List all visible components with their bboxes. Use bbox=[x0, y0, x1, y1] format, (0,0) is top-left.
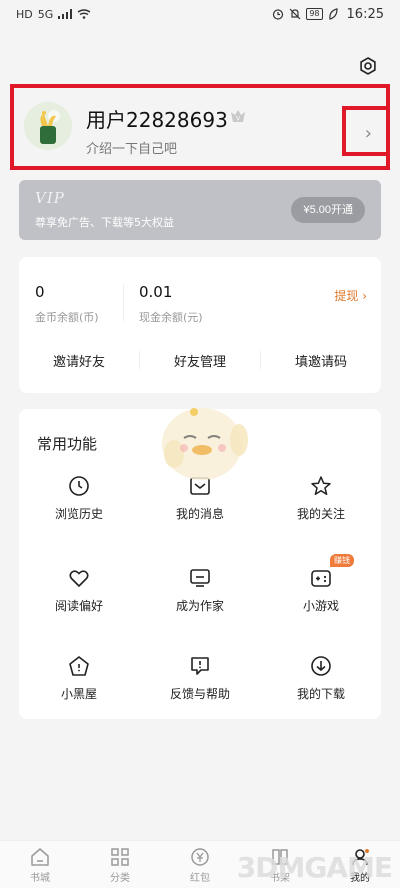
writer-icon bbox=[190, 569, 210, 587]
nav-label: 分类 bbox=[110, 873, 130, 884]
home-icon bbox=[31, 848, 49, 866]
item-label: 我的关注 bbox=[296, 507, 345, 521]
nav-redpacket[interactable]: 红包 bbox=[160, 841, 240, 888]
invite-friends-button[interactable]: 邀请好友 bbox=[19, 351, 139, 370]
withdraw-label: 提现 bbox=[334, 289, 359, 303]
item-label: 小黑屋 bbox=[60, 687, 97, 701]
clock-time: 16:25 bbox=[346, 6, 384, 22]
nav-label: 红包 bbox=[190, 873, 210, 884]
mascot-illustration bbox=[162, 408, 248, 480]
avatar[interactable] bbox=[24, 102, 72, 150]
hd-indicator: HD bbox=[16, 7, 33, 21]
cash-balance[interactable]: 0.01 现金余额(元) bbox=[139, 283, 203, 325]
chevron-right-icon: › bbox=[364, 123, 372, 144]
profile-header[interactable]: 用户22828693 V 介绍一下自己吧 bbox=[10, 84, 390, 170]
nav-bookstore[interactable]: 书城 bbox=[0, 841, 80, 888]
download-icon bbox=[311, 656, 331, 676]
coin-balance-label: 金币余额(币) bbox=[35, 311, 99, 324]
item-label: 成为作家 bbox=[175, 599, 224, 613]
gamepad-icon bbox=[311, 570, 331, 587]
heart-icon bbox=[69, 570, 89, 587]
status-bar: HD 5G 98 16:25 bbox=[0, 0, 400, 28]
item-label: 我的消息 bbox=[175, 507, 224, 521]
coin-balance-value: 0 bbox=[35, 283, 45, 301]
nav-category[interactable]: 分类 bbox=[80, 841, 160, 888]
grid-icon bbox=[111, 848, 129, 866]
wifi-icon bbox=[77, 9, 91, 19]
chevron-right-icon: › bbox=[358, 289, 367, 303]
item-label: 小游戏 bbox=[302, 599, 339, 613]
vip-open-button[interactable]: ¥5.00开通 bbox=[291, 197, 365, 223]
browse-history-item[interactable]: 浏览历史 bbox=[19, 475, 139, 535]
watermark-logo: 3DMGAME bbox=[236, 851, 393, 884]
redpacket-icon bbox=[191, 848, 209, 866]
profile-bio: 介绍一下自己吧 bbox=[86, 142, 178, 157]
vip-description: 尊享免广告、下载等5大权益 bbox=[35, 216, 174, 229]
item-label: 阅读偏好 bbox=[54, 599, 103, 613]
leaf-icon bbox=[328, 8, 338, 20]
house-icon bbox=[69, 656, 89, 676]
wallet-card: 0 金币余额(币) 0.01 现金余额(元) 提现 › 邀请好友 好友管理 填邀… bbox=[19, 257, 381, 393]
alarm-icon bbox=[273, 9, 284, 20]
item-label: 浏览历史 bbox=[54, 507, 103, 521]
mini-games-item[interactable]: 赚钱 小游戏 bbox=[261, 554, 381, 627]
settings-icon[interactable] bbox=[358, 56, 378, 76]
section-title: 常用功能 bbox=[37, 435, 98, 453]
mute-icon bbox=[289, 8, 301, 20]
item-label: 反馈与帮助 bbox=[169, 687, 230, 701]
feedback-icon bbox=[191, 657, 209, 675]
withdraw-link[interactable]: 提现 › bbox=[334, 287, 367, 304]
my-downloads-item[interactable]: 我的下载 bbox=[261, 655, 381, 715]
feedback-help-item[interactable]: 反馈与帮助 bbox=[140, 655, 260, 715]
level-badge-icon: V bbox=[231, 110, 245, 123]
friend-management-button[interactable]: 好友管理 bbox=[140, 351, 260, 370]
enter-invite-code-button[interactable]: 填邀请码 bbox=[261, 351, 381, 370]
star-icon bbox=[311, 476, 331, 496]
vip-card[interactable]: VIP 尊享免广告、下载等5大权益 ¥5.00开通 bbox=[19, 180, 381, 240]
reading-preference-item[interactable]: 阅读偏好 bbox=[19, 567, 139, 627]
profile-arrow-button[interactable]: › bbox=[342, 106, 390, 156]
clock-icon bbox=[69, 476, 89, 496]
cash-balance-label: 现金余额(元) bbox=[139, 311, 203, 324]
network-indicator: 5G bbox=[37, 7, 54, 21]
vip-title: VIP bbox=[35, 189, 65, 207]
earn-badge: 赚钱 bbox=[330, 554, 354, 567]
my-follows-item[interactable]: 我的关注 bbox=[261, 475, 381, 535]
become-writer-item[interactable]: 成为作家 bbox=[140, 567, 260, 627]
nav-label: 书城 bbox=[30, 873, 50, 884]
blacklist-item[interactable]: 小黑屋 bbox=[19, 655, 139, 715]
item-label: 我的下载 bbox=[296, 687, 345, 701]
coin-balance[interactable]: 0 金币余额(币) bbox=[35, 283, 99, 325]
divider bbox=[123, 285, 124, 321]
battery-indicator: 98 bbox=[306, 8, 323, 20]
signal-icon bbox=[58, 9, 73, 19]
wallet-actions: 邀请好友 好友管理 填邀请码 bbox=[19, 349, 381, 371]
username: 用户22828693 bbox=[86, 108, 228, 132]
cash-balance-value: 0.01 bbox=[139, 283, 173, 301]
